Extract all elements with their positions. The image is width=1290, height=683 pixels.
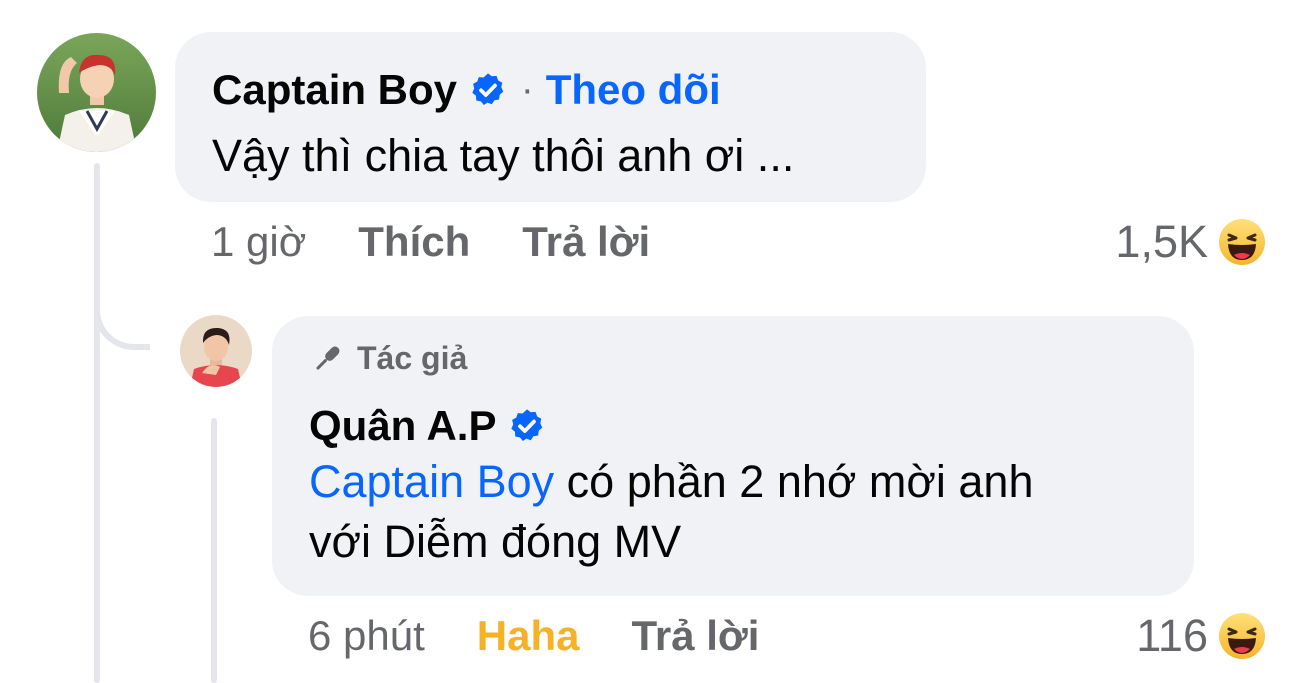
reply-button[interactable]: Trả lời — [522, 218, 650, 266]
follow-button[interactable]: Theo dõi — [546, 66, 721, 114]
reply-text-line2: với Diễm đóng MV — [309, 516, 682, 567]
avatar-captain-boy[interactable] — [37, 33, 156, 152]
haha-reaction-button[interactable]: Haha — [477, 612, 580, 660]
author-badge: Tác giả — [309, 340, 467, 377]
reaction-summary[interactable]: 1,5K — [1115, 216, 1266, 268]
author-name[interactable]: Quân A.P — [309, 402, 496, 450]
mention-link[interactable]: Captain Boy — [309, 456, 554, 507]
verified-badge-icon — [469, 71, 507, 109]
comment-timestamp[interactable]: 1 giờ — [211, 218, 306, 266]
reply-text-line1: có phần 2 nhớ mời anh — [554, 456, 1034, 507]
avatar-quan-ap[interactable] — [180, 315, 252, 387]
reply-thread-line — [211, 418, 217, 683]
reaction-count: 1,5K — [1115, 216, 1208, 267]
reaction-count: 116 — [1136, 610, 1208, 661]
reply-bubble: Tác giả Quân A.P Captain Boy có phần 2 n… — [272, 316, 1194, 596]
separator-dot: · — [521, 68, 534, 111]
reply-timestamp[interactable]: 6 phút — [308, 612, 425, 660]
author-badge-label: Tác giả — [357, 340, 468, 376]
microphone-icon — [309, 341, 345, 377]
reply-actions: 6 phút Haha Trả lời — [308, 612, 759, 660]
reaction-summary[interactable]: 116 — [1136, 610, 1266, 662]
comment-text: Vậy thì chia tay thôi anh ơi ... — [212, 130, 795, 181]
comment-bubble: Captain Boy · Theo dõi Vậy thì chia tay … — [175, 32, 926, 202]
haha-emoji-icon — [1218, 218, 1266, 266]
comment-header: Captain Boy · Theo dõi — [212, 66, 721, 114]
verified-badge-icon — [508, 407, 546, 445]
reply-connector-line — [94, 200, 150, 350]
reply-button[interactable]: Trả lời — [631, 612, 759, 660]
haha-emoji-icon — [1218, 612, 1266, 660]
reply-header: Quân A.P — [309, 402, 546, 450]
reply-text: Captain Boy có phần 2 nhớ mời anh với Di… — [309, 452, 1033, 572]
author-name[interactable]: Captain Boy — [212, 66, 457, 114]
comment-actions: 1 giờ Thích Trả lời — [211, 218, 650, 266]
like-button[interactable]: Thích — [358, 218, 470, 266]
